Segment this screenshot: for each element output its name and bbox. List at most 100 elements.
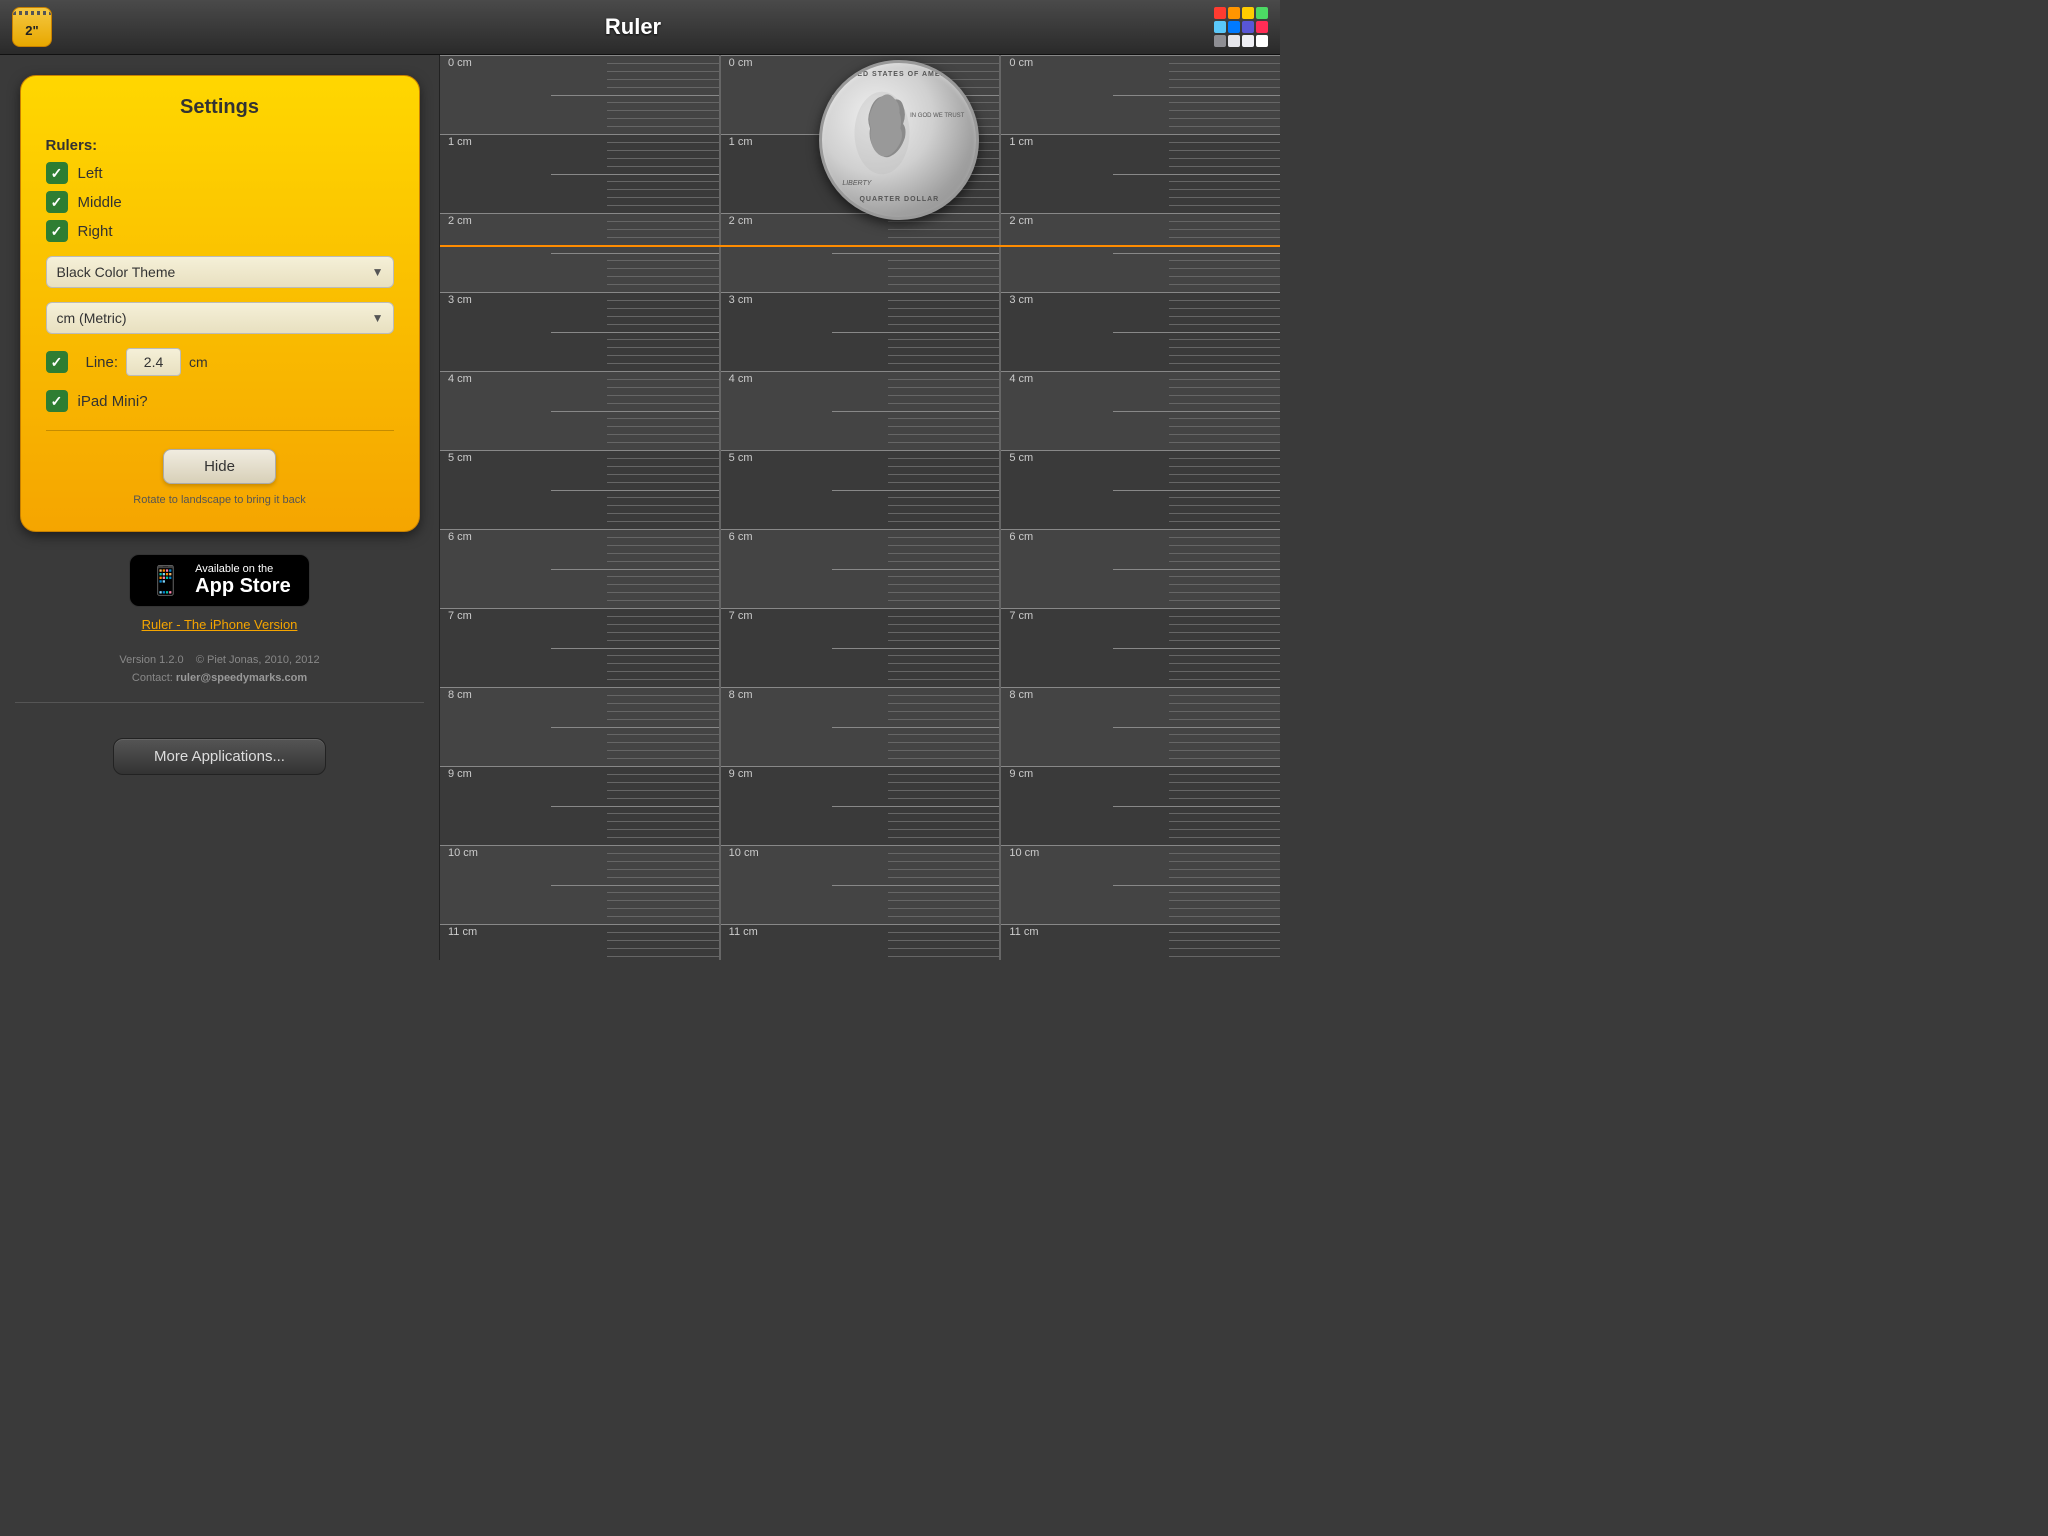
ruler-cm-label: 3 cm	[1009, 294, 1033, 306]
color-dot-0	[1214, 7, 1226, 19]
ruler-cm-label: 6 cm	[729, 531, 753, 543]
ruler-tick-mm	[1169, 703, 1280, 704]
ruler-tick-mm	[888, 284, 999, 285]
ruler-tick-mm	[1169, 458, 1280, 459]
color-dot-2	[1242, 7, 1254, 19]
ruler-cm-label: 5 cm	[1009, 452, 1033, 464]
ruler-tick-mm	[888, 679, 999, 680]
more-apps-button[interactable]: More Applications...	[113, 738, 326, 775]
ruler-tick-mm	[607, 829, 718, 830]
ruler-tick-mm	[888, 908, 999, 909]
ruler-tick-mm	[1169, 513, 1280, 514]
ruler-tick-mm	[607, 474, 718, 475]
ruler-column-middle: 0 cm1 cm2 cm3 cm4 cm5 cm6 cm7 cm8 cm9 cm…	[721, 55, 1002, 960]
ruler-cm-label: 7 cm	[448, 610, 472, 622]
app-store-bottom-line: App Store	[195, 575, 291, 598]
ruler-cm-label: 7 cm	[1009, 610, 1033, 622]
phone-icon: 📱	[148, 564, 183, 597]
footer-divider	[15, 702, 424, 703]
ruler-tick-main	[1001, 213, 1280, 214]
ruler-tick-mm	[888, 734, 999, 735]
ruler-tick-mm	[1169, 790, 1280, 791]
app-store-badge[interactable]: 📱 Available on the App Store	[129, 554, 309, 607]
ruler-tick-mm	[1169, 821, 1280, 822]
contact-email[interactable]: ruler@speedymarks.com	[176, 672, 307, 684]
ruler-tick-mm	[607, 205, 718, 206]
ruler-tick-mm	[1169, 379, 1280, 380]
ruler-cm-label: 9 cm	[1009, 768, 1033, 780]
ruler-tick-mm	[888, 505, 999, 506]
line-input[interactable]	[126, 348, 181, 376]
ruler-tick-main	[721, 529, 1000, 530]
ruler-tick-mm	[1169, 829, 1280, 830]
ruler-tick-mm	[607, 869, 718, 870]
ruler-tick-mm	[888, 663, 999, 664]
ruler-tick-mm	[888, 521, 999, 522]
ruler-tick-mm	[607, 513, 718, 514]
ruler-tick-mm	[888, 221, 999, 222]
ruler-ticks-right: 0 cm1 cm2 cm3 cm4 cm5 cm6 cm7 cm8 cm9 cm…	[1001, 55, 1280, 960]
ruler-tick-mm	[607, 150, 718, 151]
line-label: Line:	[86, 354, 119, 371]
ruler-tick-mm	[607, 458, 718, 459]
ruler-tick-mm	[1169, 79, 1280, 80]
ruler-tick-mm	[607, 102, 718, 103]
ipad-mini-row[interactable]: iPad Mini?	[46, 390, 394, 412]
ruler-tick-mm	[1113, 727, 1280, 728]
ruler-tick-mm	[1169, 158, 1280, 159]
units-dropdown[interactable]: cm (Metric)	[46, 302, 394, 334]
ruler-tick-mm	[1169, 237, 1280, 238]
iphone-version-link[interactable]: Ruler - The iPhone Version	[142, 617, 298, 632]
ruler-tick-mm	[1169, 505, 1280, 506]
theme-dropdown[interactable]: Black Color Theme	[46, 256, 394, 288]
checkbox-left[interactable]: Left	[46, 162, 394, 184]
ruler-tick-mm	[1169, 205, 1280, 206]
ruler-tick-mm	[607, 900, 718, 901]
ruler-column-left: 0 cm1 cm2 cm3 cm4 cm5 cm6 cm7 cm8 cm9 cm…	[440, 55, 721, 960]
ruler-tick-mm	[1169, 221, 1280, 222]
ruler-tick-mm	[888, 900, 999, 901]
ruler-tick-mm	[607, 948, 718, 949]
ruler-tick-mm	[1169, 118, 1280, 119]
ruler-cm-label: 9 cm	[729, 768, 753, 780]
ruler-ticks-left: 0 cm1 cm2 cm3 cm4 cm5 cm6 cm7 cm8 cm9 cm…	[440, 55, 719, 960]
ruler-tick-mm	[888, 940, 999, 941]
ruler-column-right: 0 cm1 cm2 cm3 cm4 cm5 cm6 cm7 cm8 cm9 cm…	[1001, 55, 1280, 960]
coin-liberty: LIBERTY	[842, 180, 871, 187]
ruler-tick-mm	[1113, 332, 1280, 333]
ruler-tick-mm	[888, 276, 999, 277]
ruler-tick-main	[721, 292, 1000, 293]
ruler-cm-label: 1 cm	[448, 136, 472, 148]
color-dot-6	[1242, 21, 1254, 33]
ruler-tick-mm	[1169, 616, 1280, 617]
checkbox-middle-label: Middle	[78, 194, 122, 211]
ruler-tick-mm	[888, 474, 999, 475]
ruler-tick-mm	[888, 758, 999, 759]
main-content: Settings Rulers: Left Middle Right Black…	[0, 55, 1280, 960]
ruler-cm-label: 0 cm	[448, 57, 472, 69]
color-grid[interactable]	[1214, 7, 1268, 47]
hide-button[interactable]: Hide	[163, 449, 276, 484]
app-store-text: Available on the App Store	[195, 563, 291, 598]
ruler-tick-mm	[607, 505, 718, 506]
app-icon: 2"	[12, 7, 52, 47]
ruler-tick-mm	[1169, 197, 1280, 198]
ruler-tick-mm	[607, 679, 718, 680]
ruler-tick-mm	[1169, 940, 1280, 941]
ruler-tick-main	[440, 924, 719, 925]
ruler-tick-mm	[888, 339, 999, 340]
ruler-tick-mm	[1169, 600, 1280, 601]
ruler-tick-mm	[888, 387, 999, 388]
ruler-tick-mm	[1169, 900, 1280, 901]
rulers-label: Rulers:	[46, 137, 394, 154]
ruler-tick-mm	[607, 671, 718, 672]
ruler-tick-mm	[832, 253, 999, 254]
ruler-tick-mm	[607, 482, 718, 483]
orange-line[interactable]	[440, 245, 1280, 247]
checkbox-middle[interactable]: Middle	[46, 191, 394, 213]
ruler-tick-mm	[888, 482, 999, 483]
ruler-tick-mm	[607, 300, 718, 301]
ruler-tick-mm	[1169, 853, 1280, 854]
checkbox-right[interactable]: Right	[46, 220, 394, 242]
ruler-tick-mm	[888, 837, 999, 838]
